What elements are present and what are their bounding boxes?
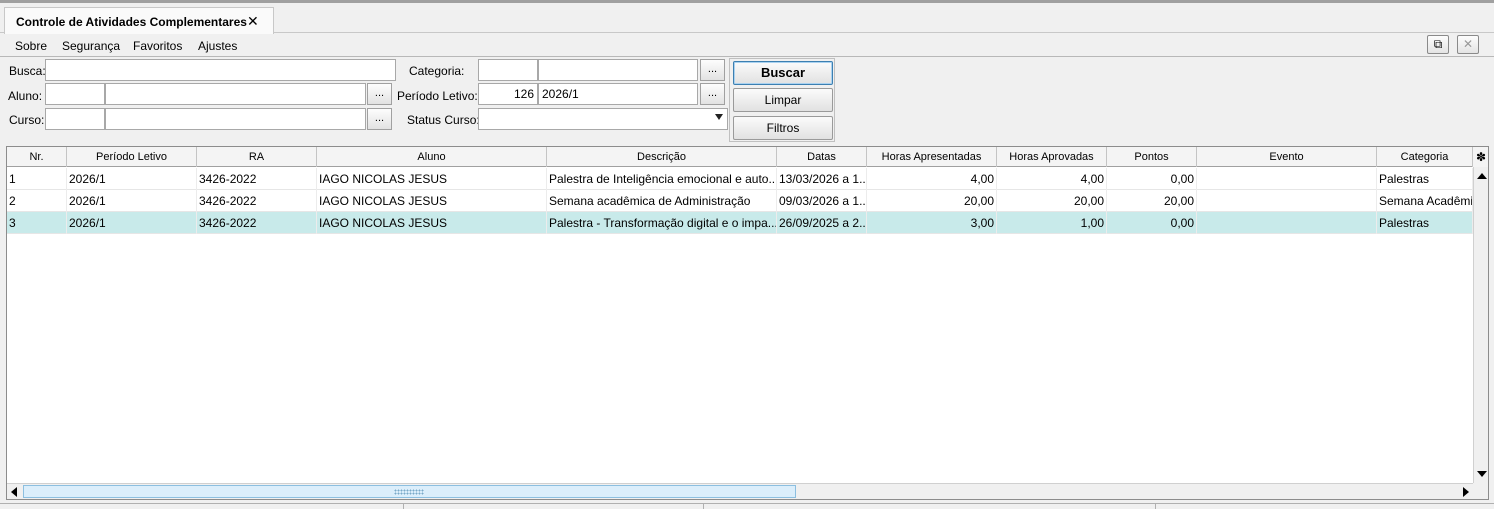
cell-periodo: 2026/1 bbox=[67, 212, 197, 234]
col-header-descricao[interactable]: Descrição bbox=[547, 147, 777, 167]
aluno-name-input[interactable] bbox=[105, 83, 366, 105]
col-header-horas-aprovadas[interactable]: Horas Aprovadas bbox=[997, 147, 1107, 167]
cell-ra: 3426-2022 bbox=[197, 190, 317, 212]
cell-datas: 09/03/2026 a 1... bbox=[777, 190, 867, 212]
aluno-label: Aluno: bbox=[8, 89, 43, 103]
cell-horas-aprovadas: 4,00 bbox=[997, 168, 1107, 190]
periodo-code-input[interactable]: 126 bbox=[478, 83, 538, 105]
col-header-ra[interactable]: RA bbox=[197, 147, 317, 167]
dropdown-arrow-icon bbox=[715, 114, 723, 120]
atividades-grid[interactable]: Nr. Período Letivo RA Aluno Descrição Da… bbox=[6, 146, 1489, 500]
col-header-horas-apresentadas[interactable]: Horas Apresentadas bbox=[867, 147, 997, 167]
cell-datas: 13/03/2026 a 1... bbox=[777, 168, 867, 190]
aluno-lookup-button[interactable]: ... bbox=[367, 83, 392, 105]
curso-label: Curso: bbox=[9, 113, 45, 127]
cell-categoria: Palestras bbox=[1377, 212, 1473, 234]
col-header-categoria[interactable]: Categoria bbox=[1377, 147, 1473, 167]
cell-evento bbox=[1197, 168, 1377, 190]
scroll-corner bbox=[1473, 483, 1488, 499]
status-separator bbox=[1155, 504, 1156, 509]
scroll-right-icon[interactable] bbox=[1463, 487, 1469, 497]
cell-descricao: Palestra de Inteligência emocional e aut… bbox=[547, 168, 777, 190]
status-curso-label: Status Curso: bbox=[407, 113, 480, 127]
col-header-evento[interactable]: Evento bbox=[1197, 147, 1377, 167]
cell-evento bbox=[1197, 190, 1377, 212]
col-header-pontos[interactable]: Pontos bbox=[1107, 147, 1197, 167]
menu-favoritos[interactable]: Favoritos bbox=[133, 39, 182, 53]
limpar-button[interactable]: Limpar bbox=[733, 88, 833, 112]
tab-close-icon[interactable]: ✕ bbox=[247, 13, 259, 30]
table-row[interactable]: 1 2026/1 3426-2022 IAGO NICOLAS JESUS Pa… bbox=[7, 168, 1473, 190]
categoria-code-input[interactable] bbox=[478, 59, 538, 81]
cell-aluno: IAGO NICOLAS JESUS bbox=[317, 168, 547, 190]
cell-ra: 3426-2022 bbox=[197, 212, 317, 234]
cell-categoria: Semana Acadêmica bbox=[1377, 190, 1473, 212]
curso-lookup-button[interactable]: ... bbox=[367, 108, 392, 130]
status-separator bbox=[703, 504, 704, 509]
menu-bar: Sobre Segurança Favoritos Ajustes bbox=[0, 34, 1494, 57]
filtros-button[interactable]: Filtros bbox=[733, 116, 833, 140]
cell-aluno: IAGO NICOLAS JESUS bbox=[317, 212, 547, 234]
menu-ajustes[interactable]: Ajustes bbox=[198, 39, 237, 53]
status-bar bbox=[0, 503, 1494, 509]
buscar-button[interactable]: Buscar bbox=[733, 61, 833, 85]
tab-title: Controle de Atividades Complementares bbox=[16, 15, 247, 29]
vertical-scrollbar[interactable] bbox=[1473, 167, 1488, 483]
menu-seguranca[interactable]: Segurança bbox=[62, 39, 120, 53]
close-window-icon[interactable]: ✕ bbox=[1457, 35, 1479, 54]
status-separator bbox=[403, 504, 404, 509]
cell-ra: 3426-2022 bbox=[197, 168, 317, 190]
busca-input[interactable] bbox=[45, 59, 396, 81]
status-curso-select[interactable] bbox=[478, 108, 728, 130]
categoria-name-input[interactable] bbox=[538, 59, 698, 81]
cell-pontos: 0,00 bbox=[1107, 212, 1197, 234]
curso-name-input[interactable] bbox=[105, 108, 366, 130]
popout-window-icon[interactable]: ⧉ bbox=[1427, 35, 1449, 54]
col-header-datas[interactable]: Datas bbox=[777, 147, 867, 167]
cell-descricao: Palestra - Transformação digital e o imp… bbox=[547, 212, 777, 234]
cell-pontos: 20,00 bbox=[1107, 190, 1197, 212]
grip-icon bbox=[394, 489, 424, 495]
tab-controle-atividades[interactable]: Controle de Atividades Complementares ✕ bbox=[4, 7, 274, 34]
cell-aluno: IAGO NICOLAS JESUS bbox=[317, 190, 547, 212]
cell-pontos: 0,00 bbox=[1107, 168, 1197, 190]
periodo-lookup-button[interactable]: ... bbox=[700, 83, 725, 105]
tab-strip: Controle de Atividades Complementares ✕ bbox=[0, 3, 1494, 34]
scroll-left-icon[interactable] bbox=[11, 487, 17, 497]
busca-label: Busca: bbox=[9, 64, 46, 78]
cell-descricao: Semana acadêmica de Administração bbox=[547, 190, 777, 212]
cell-nr: 3 bbox=[7, 212, 67, 234]
aluno-code-input[interactable] bbox=[45, 83, 105, 105]
grid-header: Nr. Período Letivo RA Aluno Descrição Da… bbox=[7, 147, 1488, 167]
cell-horas-apresentadas: 4,00 bbox=[867, 168, 997, 190]
cell-datas: 26/09/2025 a 2... bbox=[777, 212, 867, 234]
scroll-up-icon[interactable] bbox=[1477, 173, 1487, 179]
col-header-periodo[interactable]: Período Letivo bbox=[67, 147, 197, 167]
table-row-selected[interactable]: 3 2026/1 3426-2022 IAGO NICOLAS JESUS Pa… bbox=[7, 212, 1473, 234]
col-header-aluno[interactable]: Aluno bbox=[317, 147, 547, 167]
cell-horas-apresentadas: 20,00 bbox=[867, 190, 997, 212]
cell-nr: 2 bbox=[7, 190, 67, 212]
categoria-lookup-button[interactable]: ... bbox=[700, 59, 725, 81]
grid-settings-icon[interactable]: ✽ bbox=[1473, 147, 1488, 167]
categoria-label: Categoria: bbox=[409, 64, 465, 78]
menu-sobre[interactable]: Sobre bbox=[15, 39, 47, 53]
cell-horas-apresentadas: 3,00 bbox=[867, 212, 997, 234]
periodo-letivo-label: Período Letivo: bbox=[397, 89, 478, 103]
cell-horas-aprovadas: 20,00 bbox=[997, 190, 1107, 212]
cell-categoria: Palestras bbox=[1377, 168, 1473, 190]
horizontal-scrollbar[interactable] bbox=[7, 483, 1473, 499]
periodo-name-input[interactable]: 2026/1 bbox=[538, 83, 698, 105]
table-row[interactable]: 2 2026/1 3426-2022 IAGO NICOLAS JESUS Se… bbox=[7, 190, 1473, 212]
scroll-down-icon[interactable] bbox=[1477, 471, 1487, 477]
curso-code-input[interactable] bbox=[45, 108, 105, 130]
cell-periodo: 2026/1 bbox=[67, 190, 197, 212]
col-header-nr[interactable]: Nr. bbox=[7, 147, 67, 167]
cell-evento bbox=[1197, 212, 1377, 234]
cell-horas-aprovadas: 1,00 bbox=[997, 212, 1107, 234]
cell-periodo: 2026/1 bbox=[67, 168, 197, 190]
cell-nr: 1 bbox=[7, 168, 67, 190]
horizontal-scroll-thumb[interactable] bbox=[23, 485, 796, 498]
